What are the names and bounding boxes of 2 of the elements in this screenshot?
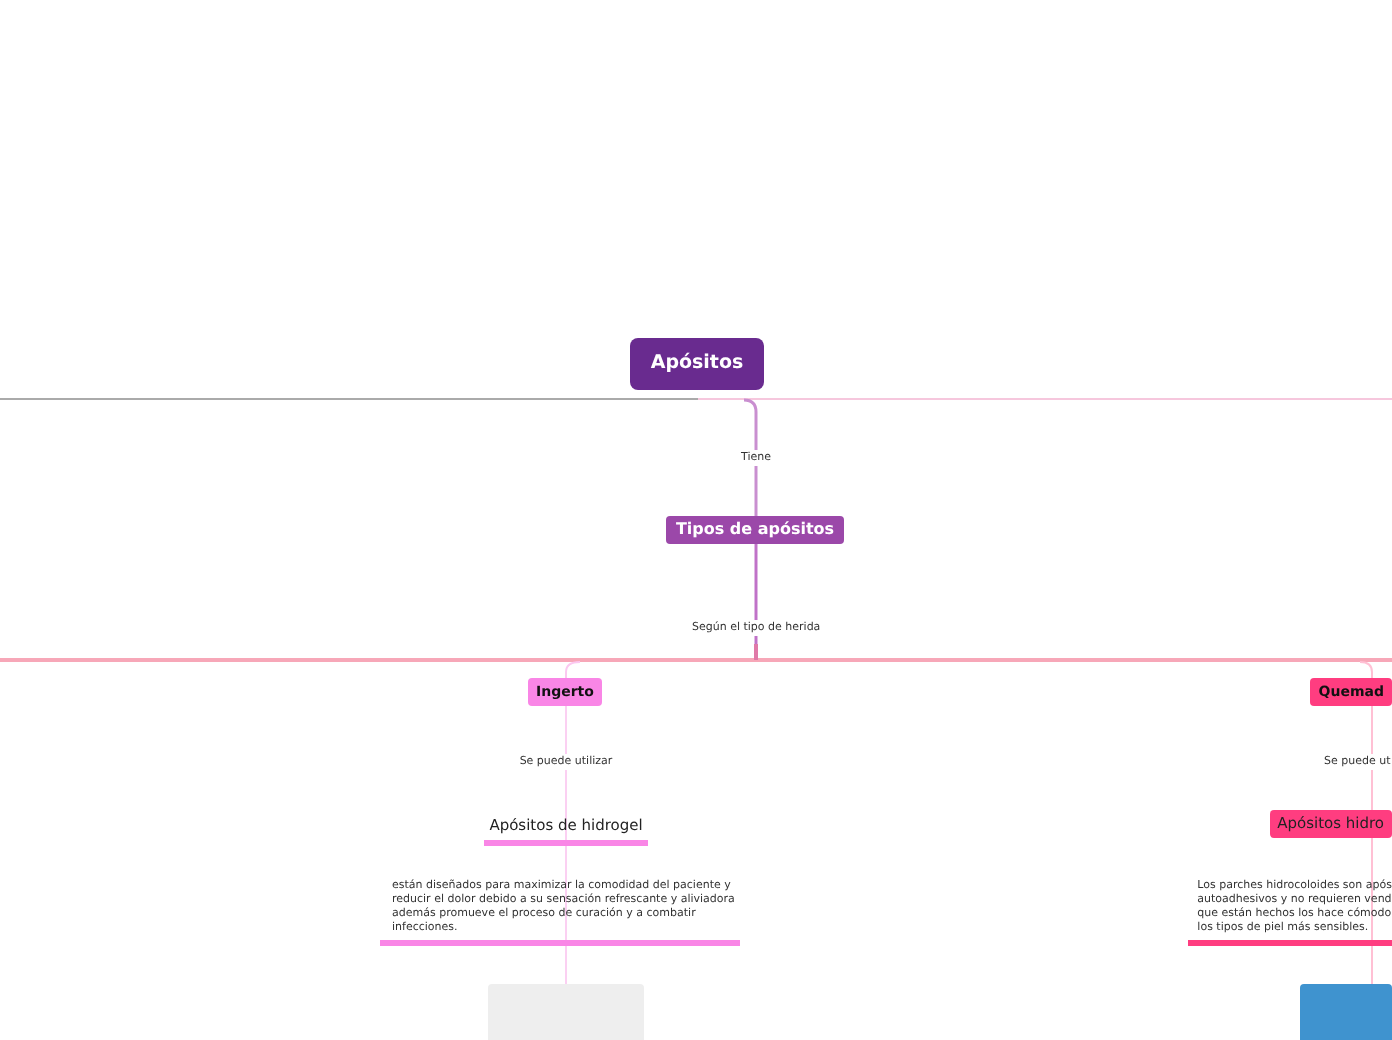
root-topic: Apósitos xyxy=(630,338,764,390)
main-topic: Tipos de apósitos xyxy=(666,516,844,544)
